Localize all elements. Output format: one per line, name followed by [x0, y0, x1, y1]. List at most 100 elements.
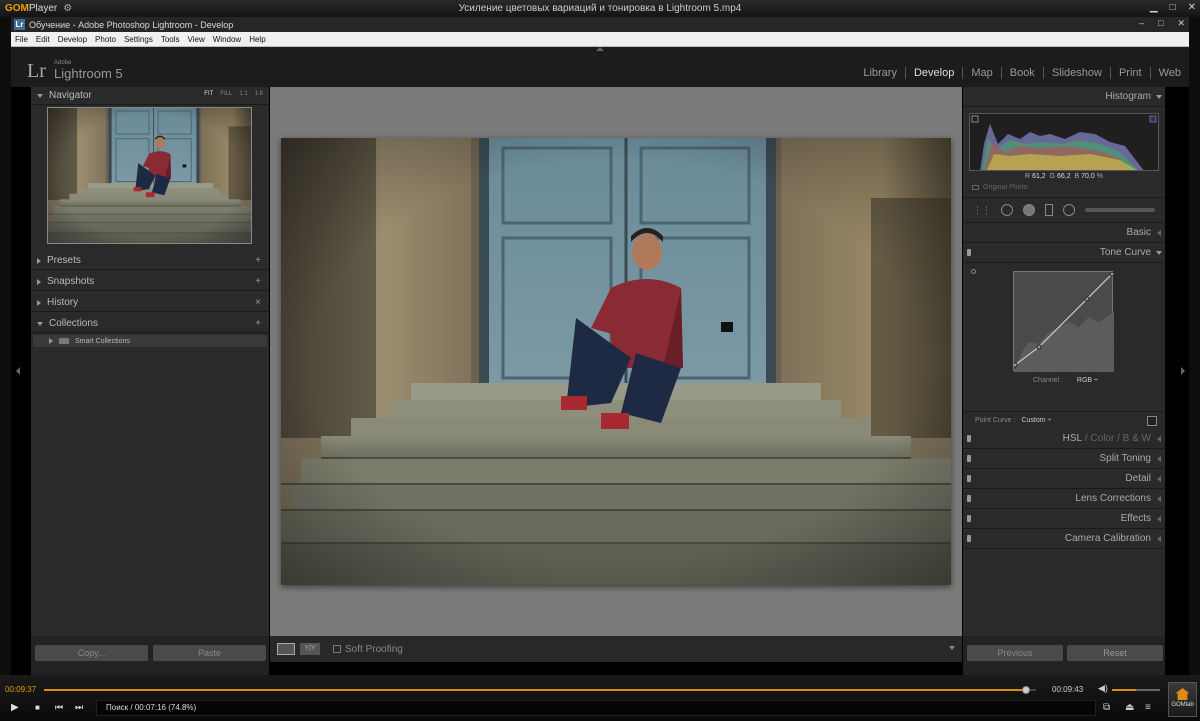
- next-icon[interactable]: ⏭: [75, 702, 83, 713]
- menu-help[interactable]: Help: [245, 35, 269, 44]
- expand-icon: [1156, 95, 1162, 99]
- navigator-thumbnail[interactable]: [47, 107, 252, 244]
- hsl-header[interactable]: HSL / Color / B & W: [963, 429, 1165, 449]
- panel-switch-icon[interactable]: [967, 435, 971, 442]
- add-preset-icon[interactable]: +: [255, 255, 261, 266]
- minimize-button[interactable]: ▁: [1150, 2, 1158, 13]
- top-panel-toggle-icon[interactable]: [596, 47, 604, 51]
- module-develop[interactable]: Develop: [906, 67, 964, 79]
- previous-button[interactable]: Previous: [967, 645, 1063, 661]
- menu-window[interactable]: Window: [209, 35, 245, 44]
- toolbar-menu-icon[interactable]: [949, 646, 955, 650]
- camera-calibration-header[interactable]: Camera Calibration: [963, 529, 1165, 549]
- nav-fill[interactable]: FILL: [220, 91, 232, 97]
- histogram-header[interactable]: Histogram: [963, 87, 1165, 107]
- left-panel-toggle-icon[interactable]: [16, 367, 20, 375]
- app-close-button[interactable]: ✕: [1177, 18, 1185, 29]
- point-curve-row[interactable]: Point Curve : Custom ÷: [963, 411, 1165, 429]
- nav-1to8[interactable]: 1:8: [255, 91, 263, 97]
- crop-tool-icon[interactable]: ⋮⋮: [973, 205, 991, 216]
- app-maximize-button[interactable]: □: [1158, 18, 1163, 29]
- before-after-icon[interactable]: Y|Y: [300, 643, 320, 655]
- radial-filter-icon[interactable]: [1063, 204, 1075, 216]
- panel-switch-icon[interactable]: [967, 535, 971, 542]
- channel-select[interactable]: Channel : RGB ÷: [1033, 377, 1098, 384]
- module-print[interactable]: Print: [1111, 67, 1151, 79]
- gomlab-button[interactable]: GOMlab: [1168, 682, 1197, 717]
- module-map[interactable]: Map: [963, 67, 1002, 79]
- menu-view[interactable]: View: [184, 35, 209, 44]
- gom-logo-rest: Player: [28, 3, 58, 14]
- nav-fit[interactable]: FIT: [204, 91, 213, 97]
- panel-switch-icon[interactable]: [967, 249, 971, 256]
- close-button[interactable]: ✕: [1188, 2, 1196, 13]
- stop-icon[interactable]: ■: [35, 703, 40, 712]
- soft-proofing-label: Soft Proofing: [345, 643, 403, 655]
- tone-curve-header[interactable]: Tone Curve: [963, 243, 1165, 263]
- lens-corrections-header[interactable]: Lens Corrections: [963, 489, 1165, 509]
- history-header[interactable]: History ×: [31, 294, 269, 312]
- target-adjust-icon[interactable]: [971, 269, 976, 274]
- menu-edit[interactable]: Edit: [32, 35, 54, 44]
- nav-1to1[interactable]: 1:1: [239, 91, 247, 97]
- snapshots-label: Snapshots: [47, 276, 95, 287]
- maximize-button[interactable]: □: [1170, 2, 1176, 13]
- basic-header[interactable]: Basic: [963, 223, 1165, 243]
- gom-logo[interactable]: GOMPlayer: [5, 3, 57, 14]
- seek-bar[interactable]: [44, 686, 1036, 694]
- module-slideshow[interactable]: Slideshow: [1044, 67, 1111, 79]
- left-panel: Navigator FIT FILL 1:1 1:8 Presets + Sna…: [31, 87, 269, 636]
- gear-icon[interactable]: ⚙: [63, 3, 72, 14]
- module-web[interactable]: Web: [1151, 67, 1189, 79]
- detail-header[interactable]: Detail: [963, 469, 1165, 489]
- prev-icon[interactable]: ⏮: [55, 702, 63, 713]
- graduated-filter-icon[interactable]: [1045, 204, 1053, 216]
- presets-header[interactable]: Presets +: [31, 252, 269, 270]
- paste-button[interactable]: Paste: [153, 645, 266, 661]
- adjustment-brush-icon[interactable]: [1085, 208, 1155, 212]
- original-photo-toggle[interactable]: Original Photo: [972, 184, 1165, 191]
- tone-curve-graph[interactable]: [1012, 271, 1115, 372]
- menu-icon[interactable]: ≡: [1145, 702, 1151, 713]
- histogram-graph[interactable]: [969, 113, 1159, 171]
- spot-removal-icon[interactable]: [1001, 204, 1013, 216]
- soft-proofing-checkbox[interactable]: [333, 645, 341, 653]
- panel-switch-icon[interactable]: [967, 475, 971, 482]
- play-icon[interactable]: ▶: [11, 702, 19, 713]
- panel-switch-icon[interactable]: [967, 495, 971, 502]
- collections-header[interactable]: Collections +: [31, 315, 269, 333]
- clear-history-icon[interactable]: ×: [255, 297, 261, 308]
- eject-icon[interactable]: ⏏: [1125, 702, 1134, 713]
- effects-header[interactable]: Effects: [963, 509, 1165, 529]
- panel-switch-icon[interactable]: [967, 455, 971, 462]
- add-collection-icon[interactable]: +: [255, 318, 261, 329]
- menu-photo[interactable]: Photo: [91, 35, 120, 44]
- red-eye-icon[interactable]: [1023, 204, 1035, 216]
- navigator-header[interactable]: Navigator FIT FILL 1:1 1:8: [31, 87, 269, 105]
- menu-tools[interactable]: Tools: [157, 35, 184, 44]
- menu-settings[interactable]: Settings: [120, 35, 157, 44]
- add-snapshot-icon[interactable]: +: [255, 276, 261, 287]
- bw-label[interactable]: B & W: [1123, 433, 1151, 444]
- loupe-view-icon[interactable]: [277, 643, 295, 655]
- right-panel-toggle-icon[interactable]: [1181, 367, 1185, 375]
- smart-collections-item[interactable]: Smart Collections: [33, 335, 267, 347]
- snapshots-header[interactable]: Snapshots +: [31, 273, 269, 291]
- app-minimize-button[interactable]: –: [1139, 18, 1144, 29]
- panel-switch-icon[interactable]: [967, 515, 971, 522]
- main-photo[interactable]: [281, 138, 951, 585]
- seek-handle[interactable]: [1022, 686, 1031, 694]
- module-book[interactable]: Book: [1002, 67, 1044, 79]
- menu-file[interactable]: File: [11, 35, 32, 44]
- reset-button[interactable]: Reset: [1067, 645, 1163, 661]
- split-toning-header[interactable]: Split Toning: [963, 449, 1165, 469]
- playlist-box-icon[interactable]: ⧉: [1103, 702, 1110, 713]
- color-label[interactable]: Color: [1090, 433, 1114, 444]
- menu-develop[interactable]: Develop: [54, 35, 91, 44]
- hsl-label[interactable]: HSL: [1063, 433, 1082, 444]
- copy-button[interactable]: Copy...: [35, 645, 148, 661]
- edit-curve-icon[interactable]: [1147, 415, 1157, 426]
- module-library[interactable]: Library: [855, 67, 906, 79]
- volume-icon[interactable]: ◀): [1098, 683, 1108, 694]
- volume-slider[interactable]: [1112, 689, 1160, 691]
